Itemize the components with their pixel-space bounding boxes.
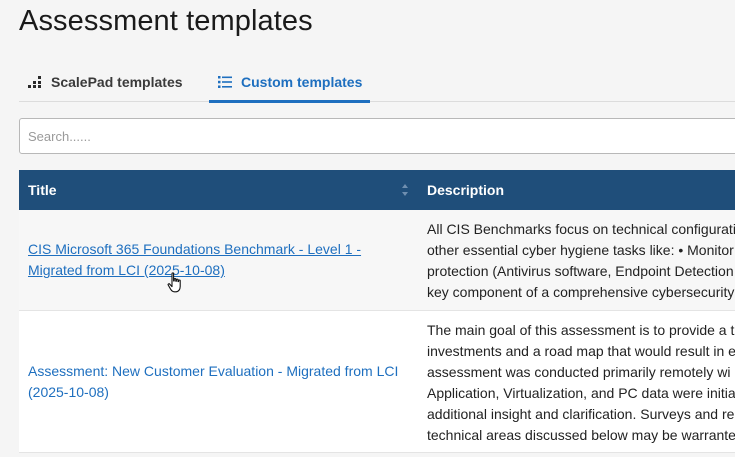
bar-chart-icon (27, 74, 43, 90)
description-line: technical areas discussed below may be w… (427, 427, 735, 443)
description-line: additional insight and clarification. Su… (427, 406, 735, 422)
column-header-title[interactable]: Title (19, 170, 418, 210)
row-description-cell: The main goal of this assessment is to p… (418, 311, 735, 452)
description-line: other essential cyber hygiene tasks like… (427, 242, 734, 258)
description-line: The main goal of this assessment is to p… (427, 322, 735, 338)
column-title-label: Title (28, 182, 57, 198)
tab-bar: ScalePad templates Custom templates (19, 62, 735, 103)
description-line: investments and a road map that would re… (427, 343, 735, 359)
table-row: Assessment: New Customer Evaluation - Mi… (19, 311, 735, 453)
template-title-link[interactable]: CIS Microsoft 365 Foundations Benchmark … (28, 239, 404, 281)
templates-table: Title Description CIS Microsoft 365 Foun… (19, 170, 735, 453)
description-line: Application, Virtualization, and PC data… (427, 385, 735, 401)
list-icon (217, 74, 233, 90)
table-row: CIS Microsoft 365 Foundations Benchmark … (19, 210, 735, 311)
sort-icon[interactable] (402, 184, 408, 196)
row-title-cell: CIS Microsoft 365 Foundations Benchmark … (19, 210, 418, 310)
table-header: Title Description (19, 170, 735, 210)
tab-custom-templates[interactable]: Custom templates (209, 62, 371, 103)
description-line: All CIS Benchmarks focus on technical co… (427, 221, 735, 237)
description-line: key component of a comprehensive cyberse… (427, 284, 735, 300)
search-input[interactable] (19, 118, 735, 154)
description-line: assessment was conducted primarily remot… (427, 364, 731, 380)
row-description-cell: All CIS Benchmarks focus on technical co… (418, 210, 735, 310)
page-title: Assessment templates (19, 5, 313, 37)
row-title-cell: Assessment: New Customer Evaluation - Mi… (19, 311, 418, 452)
column-header-description[interactable]: Description (418, 170, 735, 210)
template-title-link[interactable]: Assessment: New Customer Evaluation - Mi… (28, 361, 404, 403)
tab-scalepad-templates[interactable]: ScalePad templates (19, 62, 191, 102)
description-line: protection (Antivirus software, Endpoint… (427, 263, 734, 279)
tab-scalepad-label: ScalePad templates (51, 74, 183, 90)
tab-custom-label: Custom templates (241, 74, 363, 90)
column-description-label: Description (427, 182, 505, 198)
